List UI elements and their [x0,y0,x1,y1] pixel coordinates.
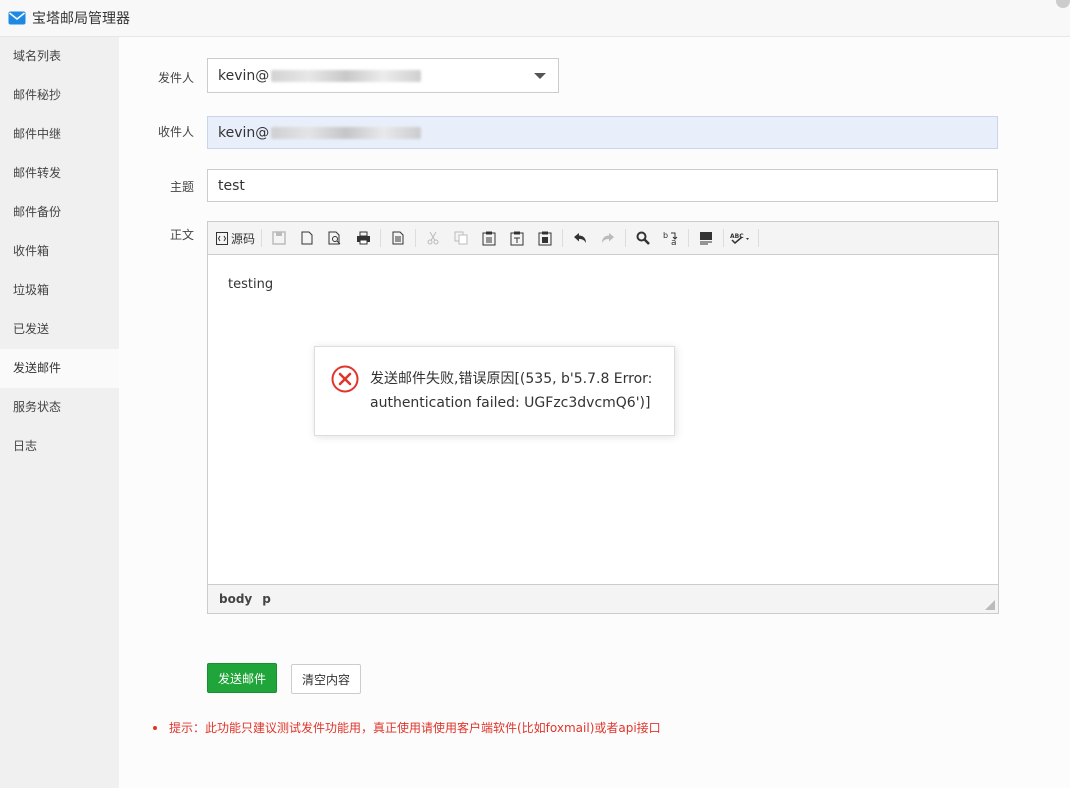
send-mail-panel: 发件人 kevin@ 收件人 kevin@ 主题 test 正文 源码 b a … [119,37,1070,788]
cut-icon[interactable] [422,227,444,249]
clear-content-button[interactable]: 清空内容 [291,664,361,694]
element-path-p[interactable]: p [262,592,271,606]
new-page-icon[interactable] [296,227,318,249]
source-label: 源码 [231,231,256,246]
sidebar: 域名列表 邮件秘抄 邮件中继 邮件转发 邮件备份 收件箱 垃圾箱 已发送 发送邮… [0,37,119,788]
toolbar-separator [723,229,725,247]
sidebar-item-bcc[interactable]: 邮件秘抄 [0,76,119,115]
mail-icon [8,11,26,25]
close-icon[interactable] [1056,0,1070,8]
undo-icon[interactable] [569,227,591,249]
toolbar-separator [562,229,564,247]
error-dialog: 发送邮件失败,错误原因[(535, b'5.7.8 Error: authent… [314,346,675,436]
find-icon[interactable] [632,227,654,249]
svg-text:a: a [671,238,677,246]
sidebar-item-sent[interactable]: 已发送 [0,310,119,349]
sidebar-item-relay[interactable]: 邮件中继 [0,115,119,154]
toolbar-separator [625,229,627,247]
editor-toolbar: 源码 b a ABC [208,222,998,255]
to-input[interactable]: kevin@ [207,116,998,149]
error-message: 发送邮件失败,错误原因[(535, b'5.7.8 Error: authent… [370,371,653,411]
sidebar-item-send-mail[interactable]: 发送邮件 [0,349,119,388]
editor-element-path: body p [208,584,998,613]
sidebar-item-service-status[interactable]: 服务状态 [0,388,119,427]
toolbar-separator [415,229,417,247]
resize-handle[interactable] [985,600,995,610]
paste-text-icon[interactable] [506,227,528,249]
save-icon[interactable] [268,227,290,249]
toolbar-separator [380,229,382,247]
paste-word-icon[interactable] [534,227,556,249]
select-all-icon[interactable] [695,227,717,249]
send-mail-button[interactable]: 发送邮件 [207,663,277,693]
hint-note: 提示：此功能只建议测试发件功能用，真正使用请使用客户端软件(比如foxmail)… [153,719,661,736]
toolbar-separator [688,229,690,247]
redacted-text [271,126,422,139]
sidebar-item-forward[interactable]: 邮件转发 [0,154,119,193]
sidebar-item-logs[interactable]: 日志 [0,427,119,466]
source-icon [216,231,228,245]
toolbar-separator [261,229,263,247]
sidebar-item-spam[interactable]: 垃圾箱 [0,271,119,310]
title-bar: 宝塔邮局管理器 [0,0,1070,37]
subject-value: test [218,177,245,194]
source-button[interactable]: 源码 [216,227,255,249]
window-title: 宝塔邮局管理器 [32,11,130,27]
error-icon [331,365,359,393]
chevron-down-icon [534,73,546,79]
to-value: kevin@ [218,124,270,141]
print-icon[interactable] [352,227,374,249]
from-label: 发件人 [157,71,194,85]
replace-icon[interactable]: ba [660,227,682,249]
from-select[interactable]: kevin@ [207,58,559,93]
redo-icon[interactable] [597,227,619,249]
toolbar-separator [758,229,760,247]
copy-icon[interactable] [450,227,472,249]
preview-icon[interactable] [324,227,346,249]
bullet-icon [153,725,157,730]
body-label: 正文 [169,228,194,242]
sidebar-item-backup[interactable]: 邮件备份 [0,193,119,232]
sidebar-item-inbox[interactable]: 收件箱 [0,232,119,271]
subject-label: 主题 [169,180,194,194]
subject-input[interactable]: test [207,169,998,202]
hint-text: 提示：此功能只建议测试发件功能用，真正使用请使用客户端软件(比如foxmail)… [169,721,661,735]
sidebar-item-domain-list[interactable]: 域名列表 [0,37,119,76]
from-value: kevin@ [218,67,270,84]
redacted-text [271,69,422,82]
to-label: 收件人 [157,125,194,139]
svg-text:ABC: ABC [730,233,744,240]
svg-text:b: b [663,231,668,240]
spellcheck-icon[interactable]: ABC [730,227,752,249]
element-path-body[interactable]: body [219,592,252,606]
template-icon[interactable] [387,227,409,249]
paste-icon[interactable] [478,227,500,249]
